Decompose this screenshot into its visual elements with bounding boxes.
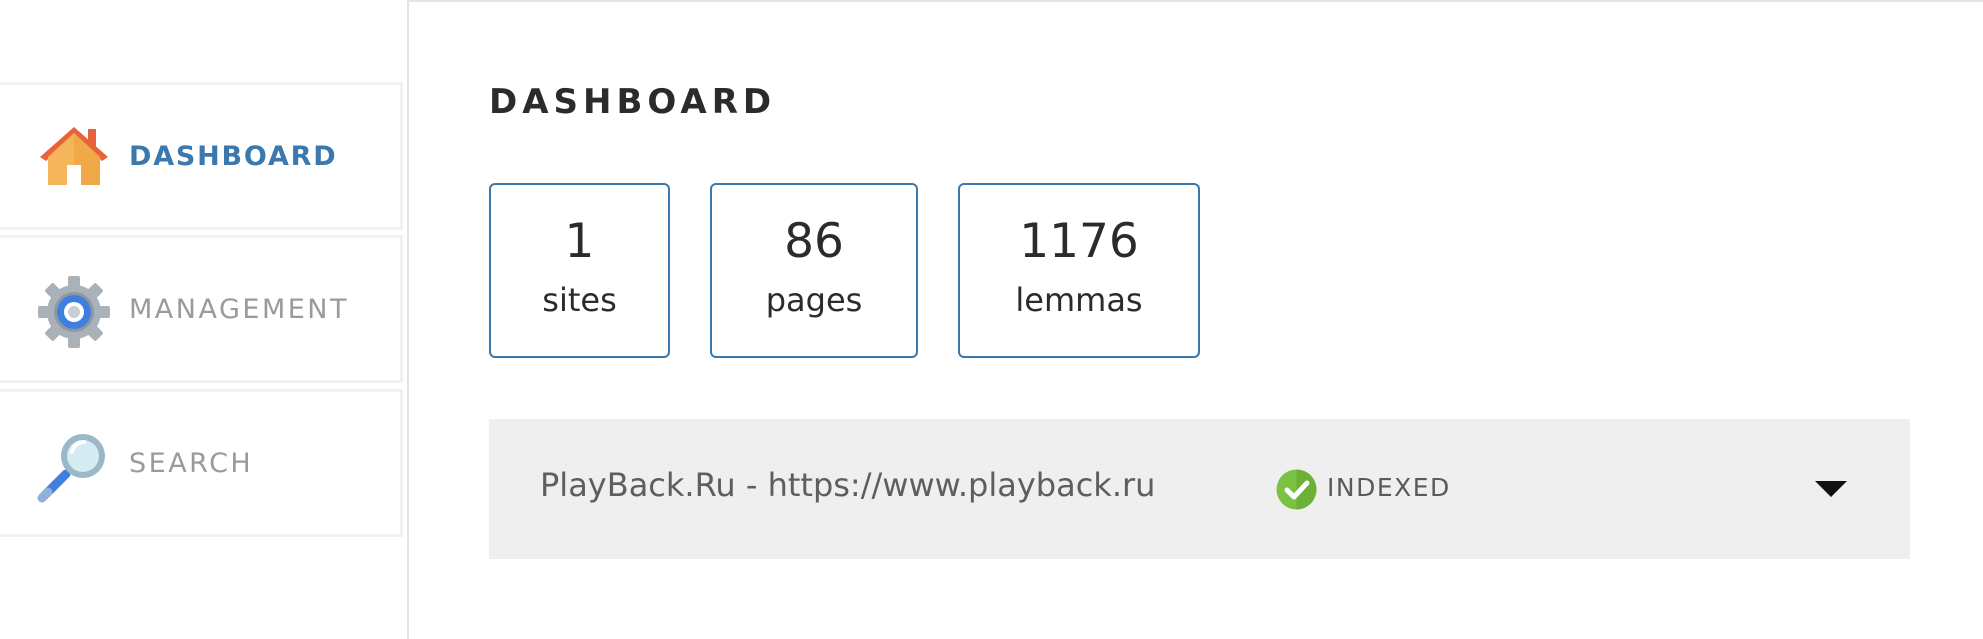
stat-label: pages bbox=[765, 281, 863, 319]
stat-label: lemmas bbox=[1015, 281, 1143, 319]
stat-label: sites bbox=[542, 281, 617, 319]
stat-value: 1176 bbox=[1019, 214, 1139, 269]
top-divider bbox=[409, 0, 1983, 2]
sidebar-item-dashboard[interactable]: DASHBOARD bbox=[0, 82, 403, 230]
site-name: PlayBack.Ru - https://www.playback.ru bbox=[540, 466, 1156, 504]
stat-value: 86 bbox=[784, 214, 844, 269]
sidebar-item-label: SEARCH bbox=[129, 447, 254, 479]
gear-icon bbox=[38, 276, 110, 348]
home-icon bbox=[40, 127, 108, 185]
site-row[interactable]: PlayBack.Ru - https://www.playback.ru IN… bbox=[489, 419, 1910, 559]
sidebar: DASHBOARD MANAGEMENT SEARCH bbox=[0, 0, 409, 639]
stat-card-pages: 86 pages bbox=[710, 183, 918, 358]
stat-card-lemmas: 1176 lemmas bbox=[958, 183, 1200, 358]
sidebar-item-search[interactable]: SEARCH bbox=[0, 389, 403, 537]
magnifier-icon bbox=[37, 434, 105, 503]
status-badge: INDEXED bbox=[1327, 473, 1451, 502]
chevron-down-icon[interactable] bbox=[1815, 481, 1847, 497]
stat-value: 1 bbox=[564, 214, 595, 269]
page-title: DASHBOARD bbox=[489, 82, 777, 122]
sidebar-item-label: DASHBOARD bbox=[129, 140, 338, 172]
sidebar-item-management[interactable]: MANAGEMENT bbox=[0, 235, 403, 383]
check-circle-icon bbox=[1276, 469, 1317, 510]
sidebar-item-label: MANAGEMENT bbox=[129, 293, 349, 325]
stat-card-sites: 1 sites bbox=[489, 183, 670, 358]
